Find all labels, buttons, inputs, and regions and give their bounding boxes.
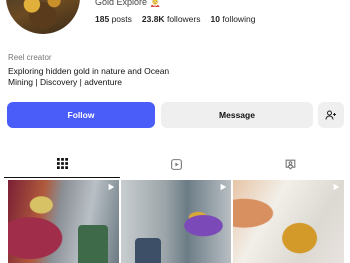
add-user-icon [325, 110, 336, 120]
profile-stats: 185 posts 23.8K followers 10 following [95, 14, 255, 24]
miner-figure [134, 238, 161, 263]
tab-posts[interactable] [4, 150, 120, 178]
reel-icon [220, 183, 227, 191]
bio-line-1: Exploring hidden gold in nature and Ocea… [8, 66, 170, 76]
post-thumbnail[interactable] [233, 180, 345, 263]
profile-name: Gold Explore 🤶 [95, 0, 161, 7]
reel-icon [108, 183, 114, 191]
suggest-users-button[interactable] [318, 102, 344, 128]
reel-icon [333, 183, 340, 191]
posts-grid [8, 180, 345, 263]
miner-figure [78, 225, 108, 263]
bio-line-2: Mining | Discovery | adventure [8, 77, 123, 87]
tab-tagged[interactable] [232, 150, 348, 178]
reels-icon [170, 158, 182, 170]
follow-button[interactable]: Follow [7, 102, 155, 128]
stat-following[interactable]: 10 following [211, 14, 256, 24]
message-button[interactable]: Message [161, 102, 313, 128]
profile-category: Reel creator [8, 53, 52, 62]
profile-tabs [0, 150, 350, 178]
post-thumbnail[interactable] [8, 180, 119, 263]
grid-icon [56, 158, 68, 169]
profile-avatar[interactable] [6, 0, 80, 34]
profile-bio: Exploring hidden gold in nature and Ocea… [8, 66, 248, 88]
post-thumbnail[interactable] [120, 180, 232, 263]
tagged-icon [285, 159, 295, 170]
stat-posts[interactable]: 185 posts [95, 14, 132, 24]
tab-reels[interactable] [118, 150, 234, 178]
stat-followers[interactable]: 23.8K followers [142, 14, 201, 24]
